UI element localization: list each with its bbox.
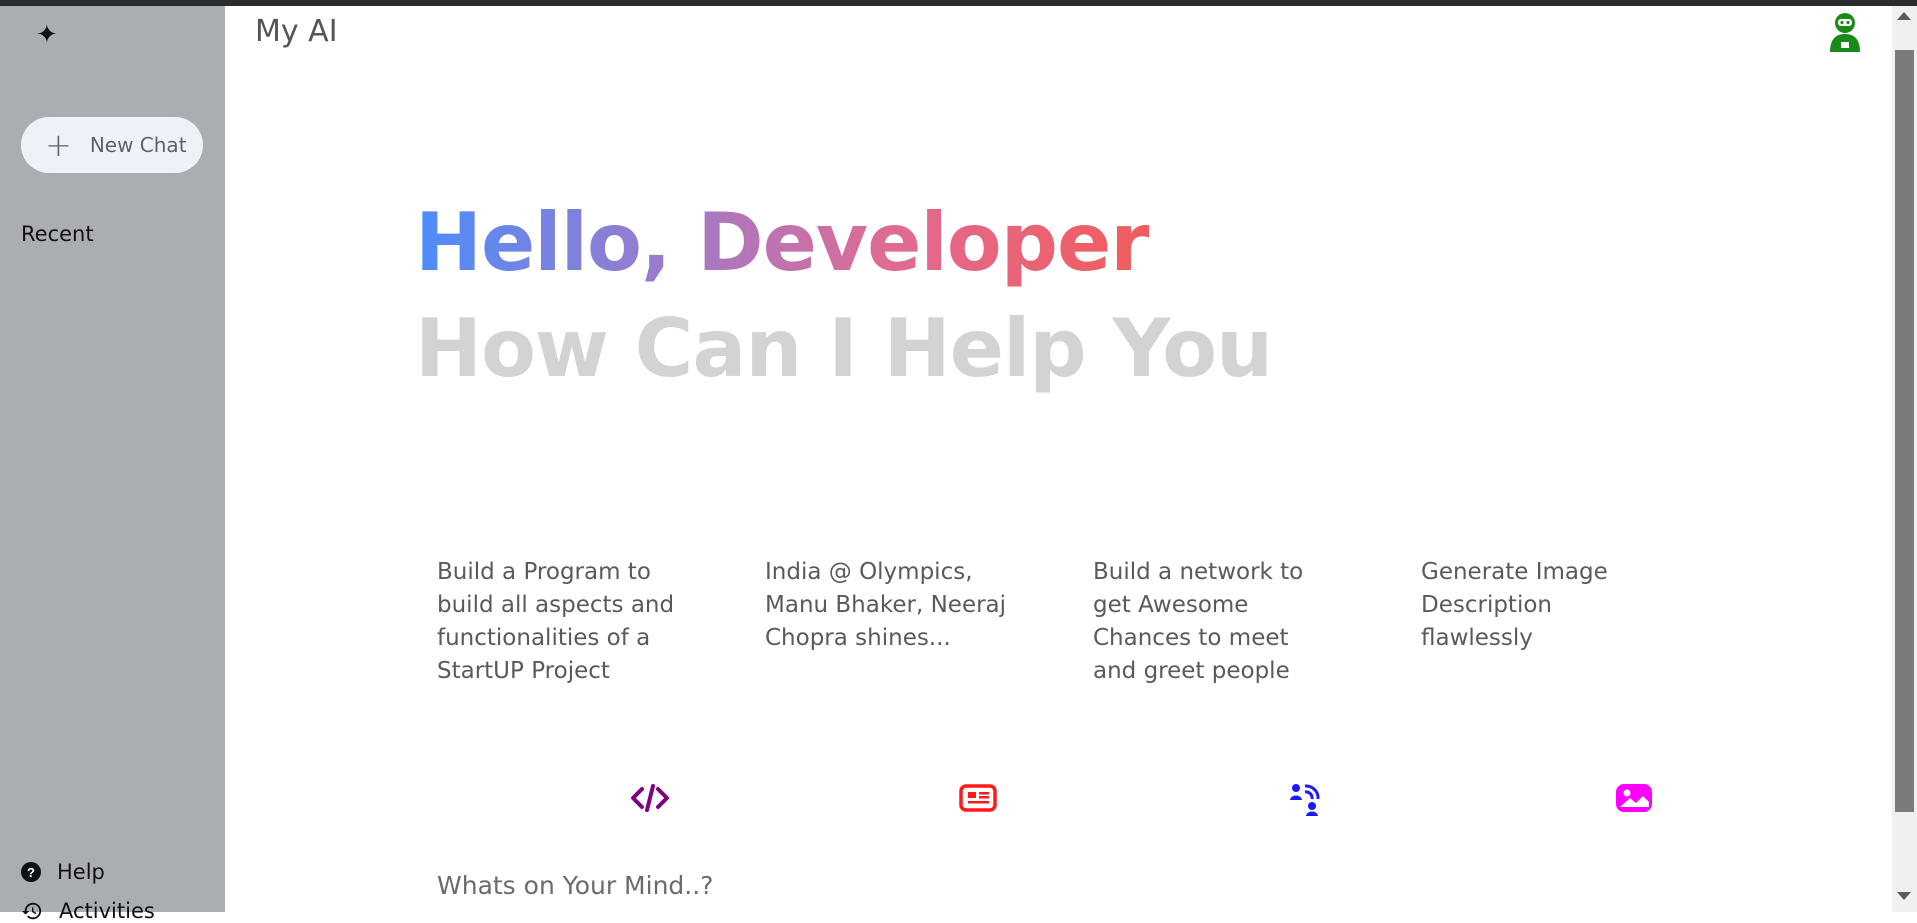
sidebar-item-help[interactable]: ? Help	[21, 860, 105, 884]
new-chat-button[interactable]: + New Chat	[21, 117, 203, 173]
image-icon	[1614, 778, 1654, 818]
prompt-input[interactable]	[435, 870, 1439, 901]
card-text: India @ Olympics, Manu Bhaker, Neeraj Ch…	[765, 559, 1007, 651]
main-area: My AI Hello, Developer How Can I Help Yo…	[225, 6, 1892, 912]
scroll-down-arrow[interactable]	[1897, 892, 1911, 900]
suggestion-card[interactable]: Generate Image Description flawlessly	[1409, 556, 1659, 812]
history-icon	[21, 902, 42, 920]
question-icon: ?	[21, 862, 41, 882]
suggestion-card[interactable]: India @ Olympics, Manu Bhaker, Neeraj Ch…	[753, 556, 1006, 812]
scroll-up-arrow[interactable]	[1897, 12, 1911, 20]
card-text: Generate Image Description flawlessly	[1421, 559, 1608, 651]
suggestion-card[interactable]: Build a network to get Awesome Chances t…	[1081, 556, 1331, 816]
svg-text:?: ?	[27, 865, 35, 880]
card-text: Build a Program to build all aspects and…	[437, 559, 675, 684]
app-title: My AI	[255, 14, 338, 49]
sparkle-icon[interactable]: ✦	[36, 20, 58, 50]
card-text: Build a network to get Awesome Chances t…	[1093, 559, 1304, 684]
scrollbar-thumb[interactable]	[1895, 50, 1914, 812]
greeting-subtitle: How Can I Help You	[415, 302, 1273, 395]
sidebar: ✦ + New Chat Recent ? Help Activities	[0, 6, 225, 923]
sidebar-item-label: Help	[57, 860, 105, 884]
plus-icon: +	[45, 126, 72, 164]
recent-heading: Recent	[21, 222, 94, 246]
user-avatar-icon[interactable]	[1828, 12, 1870, 54]
new-chat-label: New Chat	[89, 133, 187, 157]
network-icon	[1286, 778, 1326, 818]
suggestion-card[interactable]: Build a Program to build all aspects and…	[425, 556, 675, 812]
sidebar-item-label: Activities	[59, 899, 155, 923]
sidebar-item-activities[interactable]: Activities	[21, 899, 155, 923]
news-icon	[958, 778, 998, 818]
greeting-title: Hello, Developer	[415, 196, 1150, 289]
code-icon	[630, 778, 670, 818]
